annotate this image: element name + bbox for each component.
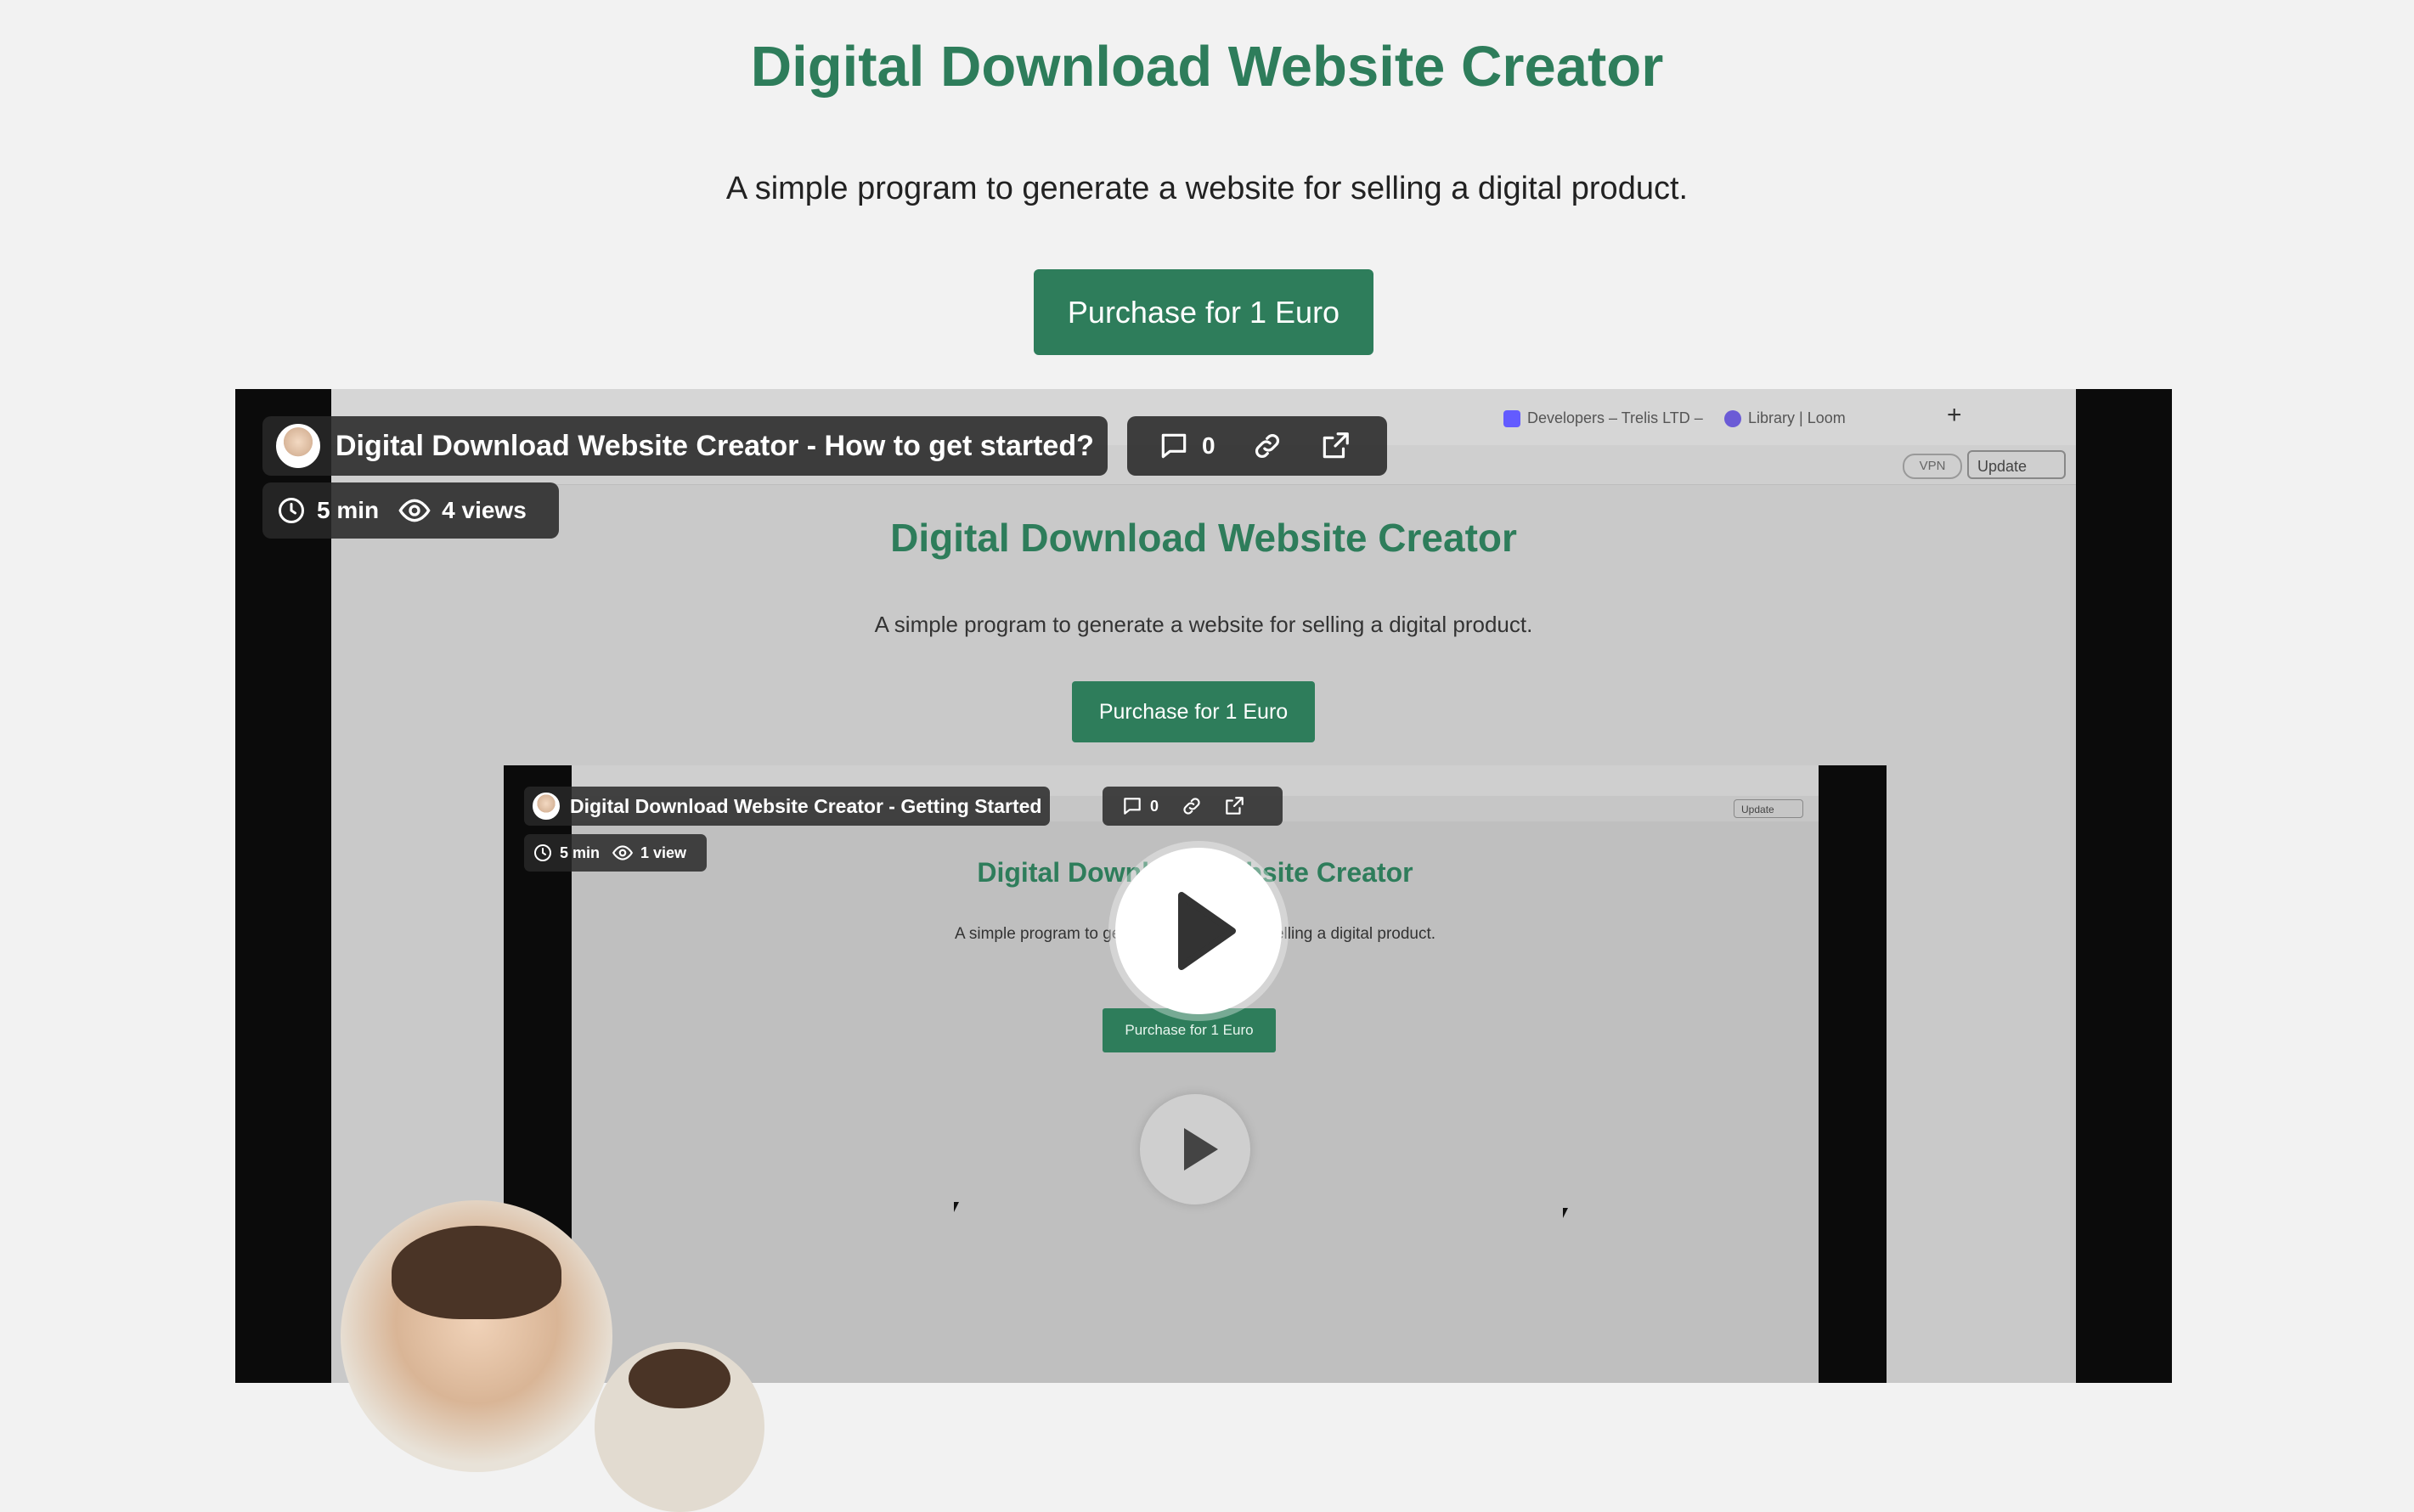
avatar — [276, 424, 320, 468]
play-button[interactable] — [1115, 848, 1282, 1014]
update-badge: Update — [1967, 450, 2066, 479]
comment-icon[interactable] — [1158, 430, 1190, 462]
purchase-button[interactable]: Purchase for 1 Euro — [1034, 269, 1373, 355]
link-icon — [1183, 798, 1200, 815]
avatar — [533, 793, 560, 820]
camera-bubble — [341, 1200, 612, 1472]
comment-count: 0 — [1202, 432, 1215, 459]
clock-icon — [279, 498, 304, 523]
video-views: 4 views — [442, 497, 527, 523]
eye-icon — [612, 845, 634, 860]
external-link-icon[interactable] — [1319, 430, 1351, 462]
video-meta-bar: 5 min 4 views — [262, 482, 559, 539]
play-icon — [1178, 892, 1236, 970]
presenter-hair — [392, 1226, 561, 1319]
nested-update-badge: Update — [1734, 799, 1803, 818]
video-title: Digital Download Website Creator - How t… — [336, 429, 1094, 462]
recorded-purchase-button: Purchase for 1 Euro — [1072, 681, 1315, 742]
recorded-page-subtitle: A simple program to generate a website f… — [874, 612, 1533, 637]
nested-video-title-bar: Digital Download Website Creator - Getti… — [524, 787, 1051, 826]
nested-video-title: Digital Download Website Creator - Getti… — [570, 794, 1042, 817]
recorded-page-title: Digital Download Website Creator — [890, 516, 1517, 560]
nested-video-meta-bar: 5 min 1 view — [524, 834, 708, 872]
cursor-icon — [1563, 1208, 1568, 1218]
nested-comment-count: 0 — [1150, 797, 1159, 815]
video-title-bar[interactable]: Digital Download Website Creator - How t… — [262, 416, 1108, 476]
page-subtitle: A simple program to generate a website f… — [725, 171, 1689, 206]
loom-icon — [1724, 410, 1741, 428]
eye-icon — [398, 499, 431, 522]
vpn-badge: VPN — [1903, 454, 1962, 479]
external-link-icon — [1226, 797, 1244, 815]
video-actions-bar: 0 — [1127, 416, 1387, 476]
page-title: Digital Download Website Creator — [750, 35, 1664, 99]
link-icon[interactable] — [1251, 430, 1283, 462]
recorded-tab-developers: Developers – Trelis LTD – — [1503, 401, 1703, 435]
nested-video-actions-bar: 0 — [1103, 787, 1283, 826]
plus-icon: + — [1947, 401, 1962, 429]
recorded-tab-loom: Library | Loom — [1724, 401, 1846, 435]
stripe-icon — [1503, 410, 1520, 428]
nested-video-views: 1 view — [640, 843, 687, 861]
play-icon — [1184, 1128, 1218, 1171]
presenter-hair — [629, 1349, 730, 1408]
cursor-icon — [954, 1202, 959, 1212]
clock-icon — [534, 844, 551, 861]
comment-icon — [1124, 798, 1141, 815]
camera-bubble-nested — [595, 1342, 764, 1512]
nested-video-duration: 5 min — [560, 843, 601, 861]
nested-purchase-button: Purchase for 1 Euro — [1103, 1008, 1276, 1052]
video-duration: 5 min — [317, 497, 380, 523]
nested-play-button — [1140, 1094, 1250, 1205]
